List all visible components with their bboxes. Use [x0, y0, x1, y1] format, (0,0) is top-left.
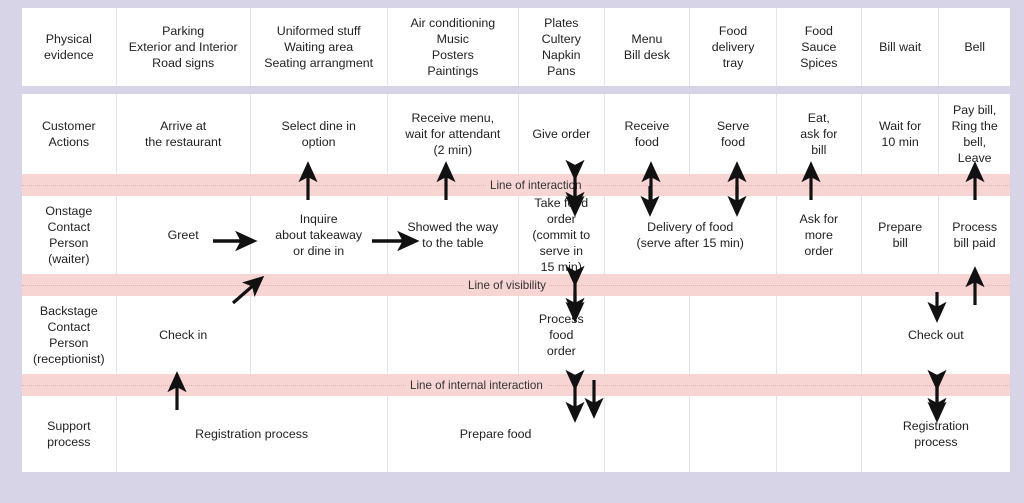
- onstage-cell-ask-more-order: Ask for more order: [776, 196, 862, 274]
- row-label-customer-actions-text: Customer Actions: [41, 118, 96, 149]
- physical-evidence-cell-5-text: Menu Bill desk: [623, 31, 670, 62]
- customer-action-cell-8: Wait for 10 min: [861, 94, 940, 174]
- support-cell-prepare-food-text: Prepare food: [459, 426, 532, 441]
- backstage-cell-empty-5: [604, 296, 691, 374]
- physical-evidence-cell-6: Food delivery tray: [690, 8, 777, 86]
- physical-evidence-cell-2-text: Uniformed stuff Waiting area Seating arran…: [264, 23, 374, 71]
- support-cell-empty-6: [690, 396, 777, 472]
- physical-evidence-cell-9: Bell: [939, 8, 1010, 86]
- row-support-wrap: Support process Registration process Prepar…: [22, 396, 1010, 472]
- backstage-cell-check-in-text: Check in: [159, 327, 208, 342]
- physical-evidence-cell-8: Bill wait: [861, 8, 940, 86]
- onstage-cell-prepare-bill: Prepare bill: [861, 196, 940, 274]
- customer-action-cell-5: Receive food: [604, 94, 691, 174]
- onstage-cell-greet: Greet: [116, 196, 251, 274]
- physical-evidence-cell-1-text: Parking Exterior and Interior Road signs: [128, 23, 238, 71]
- row-label-support-process: Support process: [22, 396, 117, 472]
- physical-evidence-cell-3-text: Air conditioning Music Posters Paintings: [410, 15, 496, 79]
- row-customer-actions: Customer Actions Arrive at the restaurant Se…: [22, 94, 1010, 174]
- support-cell-registration-process-text: Registration process: [195, 426, 309, 441]
- onstage-cell-showed-way-text: Showed the way to the table: [407, 219, 499, 250]
- row-label-support-process-text: Support process: [47, 418, 91, 449]
- onstage-cell-inquire-text: Inquire about takeaway or dine in: [275, 211, 363, 259]
- row-label-onstage: Onstage Contact Person (waiter): [22, 196, 117, 274]
- customer-action-cell-6: Serve food: [690, 94, 777, 174]
- backstage-cell-empty-7: [776, 296, 862, 374]
- customer-action-cell-7: Eat, ask for bill: [776, 94, 862, 174]
- physical-evidence-cell-7-text: Food Sauce Spices: [800, 23, 838, 71]
- backstage-cell-check-out: Check out: [861, 296, 1010, 374]
- row-label-physical-evidence: Physical evidence: [22, 8, 117, 86]
- onstage-cell-ask-more-order-text: Ask for more order: [799, 211, 839, 259]
- onstage-cell-process-bill-paid-text: Process bill paid: [952, 219, 998, 250]
- customer-action-cell-4-text: Give order: [532, 126, 591, 141]
- customer-action-cell-9-text: Pay bill, Ring the bell, Leave: [951, 102, 998, 166]
- row-label-physical-evidence-text: Physical evidence: [44, 31, 94, 62]
- support-cell-registration-process-2-text: Registration process: [902, 418, 969, 449]
- customer-action-cell-4: Give order: [519, 94, 605, 174]
- row-customer-actions-wrap: Customer Actions Arrive at the restaurant Se…: [22, 94, 1010, 174]
- physical-evidence-cell-7: Food Sauce Spices: [776, 8, 862, 86]
- line-of-internal-interaction-band: Line of internal interaction: [22, 374, 1010, 396]
- physical-evidence-cell-9-text: Bell: [964, 39, 986, 54]
- physical-evidence-cell-5: Menu Bill desk: [604, 8, 691, 86]
- customer-action-cell-6-text: Serve food: [716, 118, 750, 149]
- line-of-interaction-band: Line of interaction: [22, 174, 1010, 196]
- physical-evidence-cell-1: Parking Exterior and Interior Road signs: [116, 8, 251, 86]
- physical-evidence-cell-4: Plates Cultery Napkin Pans: [519, 8, 605, 86]
- physical-evidence-cell-2: Uniformed stuff Waiting area Seating arran…: [250, 8, 388, 86]
- row-backstage-wrap: Backstage Contact Person (receptionist) Chec…: [22, 296, 1010, 374]
- onstage-cell-delivery-of-food: Delivery of food (serve after 15 min): [604, 196, 777, 274]
- customer-action-cell-9: Pay bill, Ring the bell, Leave: [939, 94, 1010, 174]
- row-onstage-wrap: Onstage Contact Person (waiter) Greet Inquire…: [22, 196, 1010, 274]
- onstage-cell-process-bill-paid: Process bill paid: [939, 196, 1010, 274]
- line-of-interaction-label: Line of interaction: [487, 178, 585, 192]
- onstage-cell-take-food-order-text: Take food order (commit to serve in 15 min): [532, 195, 591, 275]
- line-of-internal-interaction-label: Line of internal interaction: [407, 378, 546, 392]
- onstage-cell-delivery-of-food-text: Delivery of food (serve after 15 min): [636, 219, 744, 250]
- row-label-backstage: Backstage Contact Person (receptionist): [22, 296, 117, 374]
- row-label-customer-actions: Customer Actions: [22, 94, 117, 174]
- backstage-cell-empty-3: [387, 296, 520, 374]
- row-label-onstage-text: Onstage Contact Person (waiter): [45, 203, 93, 267]
- backstage-cell-process-food-order: Process food order: [519, 296, 605, 374]
- row-label-backstage-text: Backstage Contact Person (receptionist): [33, 303, 105, 367]
- customer-action-cell-5-text: Receive food: [624, 118, 670, 149]
- backstage-cell-check-out-text: Check out: [907, 327, 964, 342]
- backstage-cell-empty-6: [690, 296, 777, 374]
- customer-action-cell-2: Select dine in option: [250, 94, 388, 174]
- support-cell-empty-7: [776, 396, 862, 472]
- physical-evidence-cell-3: Air conditioning Music Posters Paintings: [387, 8, 520, 86]
- line-of-visibility-label: Line of visibility: [465, 278, 549, 292]
- customer-action-cell-7-text: Eat, ask for bill: [800, 110, 838, 158]
- onstage-cell-inquire: Inquire about takeaway or dine in: [250, 196, 388, 274]
- onstage-cell-prepare-bill-text: Prepare bill: [878, 219, 923, 250]
- row-support-process: Support process Registration process Prepar…: [22, 396, 1010, 472]
- row-backstage: Backstage Contact Person (receptionist) Chec…: [22, 296, 1010, 374]
- support-cell-registration-process: Registration process: [116, 396, 388, 472]
- support-cell-empty-5: [604, 396, 691, 472]
- row-physical-evidence: Physical evidence Parking Exterior and Inte…: [22, 8, 1010, 86]
- backstage-cell-empty-2: [250, 296, 388, 374]
- customer-action-cell-3-text: Receive menu, wait for attendant (2 min): [405, 110, 501, 158]
- support-cell-prepare-food: Prepare food: [387, 396, 605, 472]
- onstage-cell-take-food-order: Take food order (commit to serve in 15 min): [519, 196, 605, 274]
- backstage-cell-check-in: Check in: [116, 296, 251, 374]
- customer-action-cell-3: Receive menu, wait for attendant (2 min): [387, 94, 520, 174]
- support-cell-registration-process-2: Registration process: [861, 396, 1010, 472]
- customer-action-cell-8-text: Wait for 10 min: [879, 118, 922, 149]
- physical-evidence-cell-6-text: Food delivery tray: [711, 23, 755, 71]
- physical-evidence-cell-8-text: Bill wait: [879, 39, 922, 54]
- physical-evidence-cell-4-text: Plates Cultery Napkin Pans: [541, 15, 581, 79]
- backstage-cell-process-food-order-text: Process food order: [538, 311, 584, 359]
- row-onstage: Onstage Contact Person (waiter) Greet Inquire…: [22, 196, 1010, 274]
- onstage-cell-showed-way: Showed the way to the table: [387, 196, 520, 274]
- customer-action-cell-1: Arrive at the restaurant: [116, 94, 251, 174]
- row-gap: [22, 86, 1010, 94]
- onstage-cell-greet-text: Greet: [167, 227, 199, 242]
- customer-action-cell-1-text: Arrive at the restaurant: [144, 118, 222, 149]
- customer-action-cell-2-text: Select dine in option: [281, 118, 356, 149]
- service-blueprint: Physical evidence Parking Exterior and Inte…: [0, 0, 1024, 503]
- line-of-visibility-band: Line of visibility: [22, 274, 1010, 296]
